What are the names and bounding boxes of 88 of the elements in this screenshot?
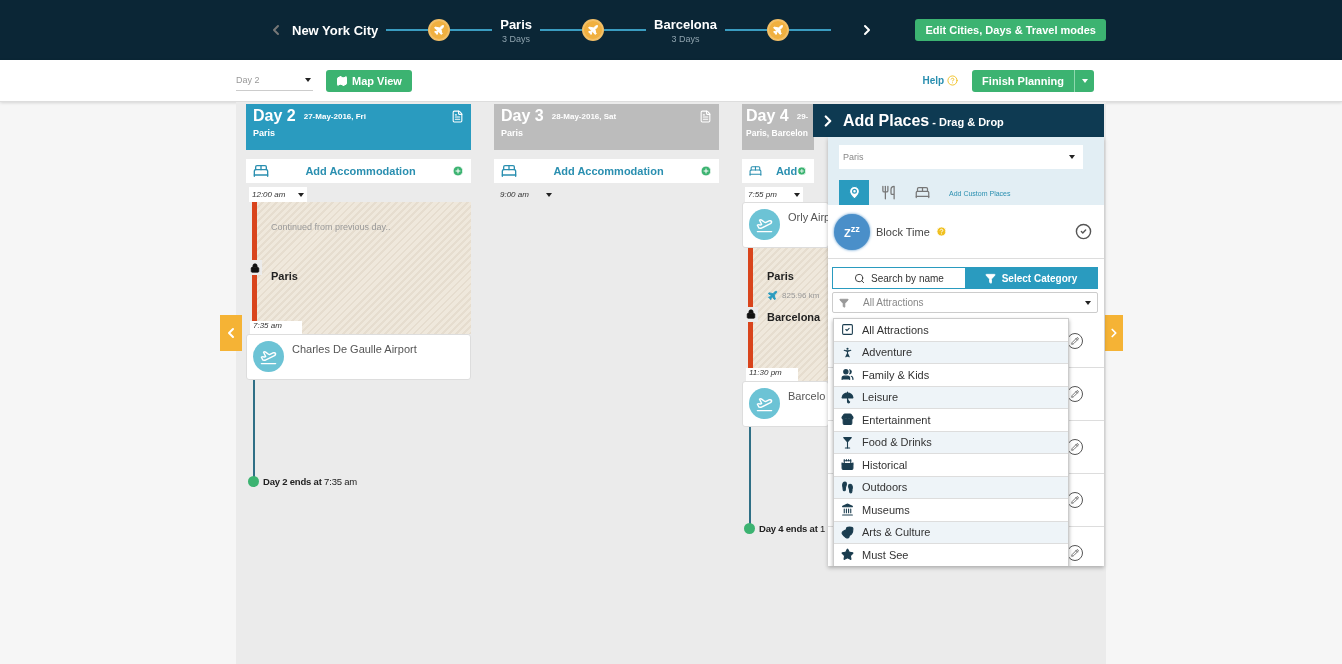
umbrella-icon [841, 390, 854, 404]
from-city: Paris [767, 270, 794, 282]
category-select[interactable]: All Attractions [832, 292, 1098, 313]
caret-button[interactable] [1074, 69, 1094, 92]
plane-icon[interactable] [766, 19, 789, 41]
airport-icon [749, 388, 780, 419]
pin-icon [846, 185, 862, 200]
start-time-select[interactable]: 7:55 pm [745, 187, 803, 202]
add-accommodation-button[interactable]: Add Accommodation [246, 159, 471, 183]
continued-note: Continued from previous day.. [271, 222, 391, 232]
place-name: Charles De Gaulle Airport [292, 343, 417, 355]
day-cities: Paris [253, 128, 277, 138]
plus-icon [452, 165, 464, 177]
start-time-select[interactable]: 9:00 am [497, 187, 555, 202]
day-end-text: Day 2 ends at 7:35 am [263, 476, 358, 487]
category-option[interactable]: Family & Kids [834, 364, 1068, 387]
plus-icon [700, 165, 712, 177]
city-name[interactable]: New York City [292, 22, 379, 38]
building-icon [841, 413, 854, 427]
filter-icon [984, 272, 996, 284]
category-option[interactable]: Must See [834, 544, 1068, 566]
category-option[interactable]: Entertainment [834, 409, 1068, 432]
check-icon[interactable] [1075, 223, 1092, 240]
add-accommodation-button[interactable]: Add Accommodation [494, 159, 719, 183]
category-option[interactable]: Food & Drinks [834, 431, 1068, 454]
end-dot-icon [248, 476, 259, 487]
category-option[interactable]: Historical [834, 454, 1068, 477]
document-icon[interactable] [451, 109, 464, 123]
block-time-label: Block Time [876, 225, 930, 238]
airport-icon [749, 209, 780, 240]
cutlery-icon [880, 185, 896, 200]
bed-icon [253, 163, 269, 179]
end-time: 11:30 pm [746, 368, 798, 381]
category-option[interactable]: Outdoors [834, 476, 1068, 499]
day-title: Day 2 [253, 107, 296, 125]
bed-icon [749, 163, 762, 179]
pin-tab[interactable] [839, 180, 869, 205]
footprints-icon [841, 480, 854, 494]
day-cities: Paris, Barcelon [746, 128, 809, 138]
airport-icon [253, 341, 284, 372]
bed-icon [914, 185, 930, 200]
city-name[interactable]: Paris [500, 16, 533, 32]
day-cities: Paris [501, 128, 525, 138]
place-card[interactable]: Charles De Gaulle Airport [246, 334, 471, 380]
plus-icon [797, 165, 807, 177]
place-name: Barcelo [788, 390, 826, 402]
to-city: Barcelona [767, 311, 821, 323]
category-option[interactable]: Arts & Culture [834, 521, 1068, 544]
city-select[interactable]: Paris [839, 145, 1083, 169]
bed-icon [501, 163, 517, 179]
day-date: 29- [796, 111, 809, 121]
help-icon [947, 75, 959, 86]
star-icon [841, 548, 854, 562]
family-icon [841, 368, 854, 382]
lock-icon [247, 260, 262, 275]
category-option[interactable]: All Attractions [834, 319, 1068, 342]
day-end-text: Day 4 ends at 1 [759, 523, 826, 534]
filter-icon [839, 297, 849, 308]
add-accommodation-button[interactable]: Add [742, 159, 814, 183]
stay-city: Paris [271, 270, 298, 282]
sleep-badge: Z$^{zz}$ [834, 213, 870, 250]
lock-icon [743, 306, 758, 322]
plane-icon[interactable] [582, 19, 605, 41]
plane-icon[interactable] [428, 19, 451, 41]
category-option[interactable]: Museums [834, 499, 1068, 522]
day-title: Day 4 [746, 107, 789, 125]
category-option[interactable]: Adventure [834, 341, 1068, 364]
distance: 825.96 km [767, 290, 820, 301]
document-icon[interactable] [699, 109, 712, 123]
city-name[interactable]: Barcelona [654, 16, 717, 32]
day-date: 27-May-2016, Fri [303, 111, 366, 121]
city-days: 3 Days [671, 33, 700, 44]
cocktail-icon [841, 435, 854, 449]
person-icon [841, 345, 854, 359]
category-option[interactable]: Leisure [834, 386, 1068, 409]
end-time: 7:35 am [250, 321, 302, 334]
map-icon [336, 74, 348, 87]
help-link[interactable]: Help [922, 75, 959, 86]
start-time-select[interactable]: 12:00 am [249, 187, 307, 202]
city-days: 3 Days [502, 33, 531, 44]
day-title: Day 3 [501, 107, 544, 125]
panel-title: Add Places - Drag & Drop [843, 111, 1004, 130]
search-icon [854, 272, 866, 284]
place-card[interactable]: Barcelo [742, 381, 829, 427]
end-dot-icon [744, 523, 755, 534]
plane-icon [767, 290, 778, 301]
day-date: 28-May-2016, Sat [551, 111, 617, 121]
museum-icon [841, 503, 854, 517]
